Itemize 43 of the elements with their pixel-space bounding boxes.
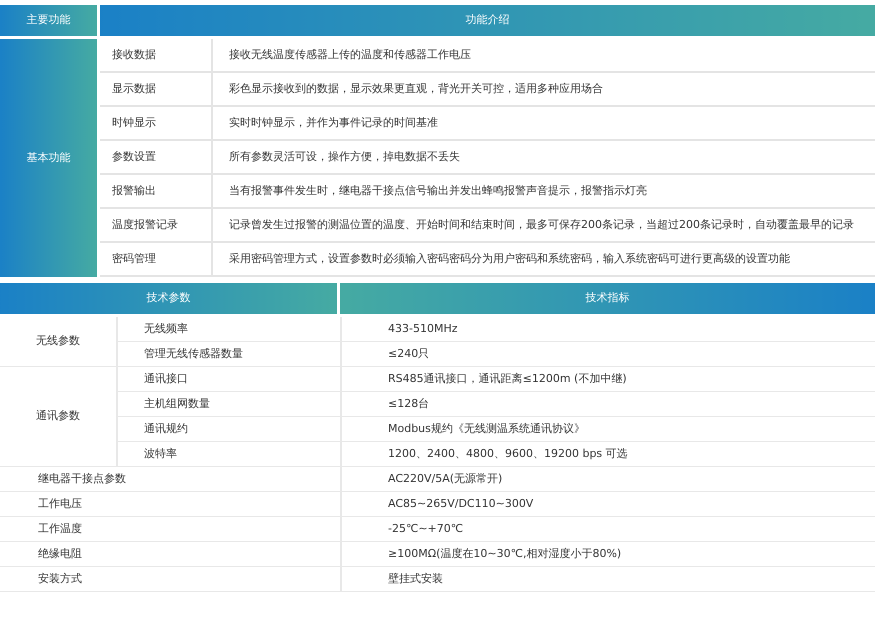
table-cell: 通讯参数 [0, 367, 118, 467]
table-cell: 密码管理 [100, 243, 213, 277]
header-cell: 功能介绍 [100, 5, 875, 39]
table-cell: 彩色显示接收到的数据，显示效果更直观，背光开关可控，适用多种应用场合 [213, 73, 875, 107]
table-cell: 工作温度 [0, 517, 340, 542]
table-cell: 接收数据 [100, 39, 213, 73]
table-cell: ≤128台 [340, 392, 875, 417]
table-cell: ≥100MΩ(温度在10~30℃,相对湿度小于80%) [340, 542, 875, 567]
table-cell: AC85~265V/DC110~300V [340, 492, 875, 517]
table-cell: 无线参数 [0, 317, 118, 367]
header-cell: 技术参数 [0, 283, 340, 317]
table-cell: 报警输出 [100, 175, 213, 209]
table-cell: 时钟显示 [100, 107, 213, 141]
header-cell: 主要功能 [0, 5, 100, 39]
table-cell: 参数设置 [100, 141, 213, 175]
table-cell: 采用密码管理方式，设置参数时必须输入密码密码分为用户密码和系统密码，输入系统密码可进行更高级的设置功能 [213, 243, 875, 277]
table-cell: 显示数据 [100, 73, 213, 107]
table-cell: 波特率 [118, 442, 340, 467]
table-cell: -25℃~+70℃ [340, 517, 875, 542]
table-cell: 继电器干接点参数 [0, 467, 340, 492]
table-cell: 通讯规约 [118, 417, 340, 442]
table-cell: 记录曾发生过报警的测温位置的温度、开始时间和结束时间，最多可保存200条记录，当超过200条记录时，自动覆盖最早的记录 [213, 209, 875, 243]
table-cell: 壁挂式安装 [340, 567, 875, 592]
table-cell: RS485通讯接口，通讯距离≤1200m (不加中继) [340, 367, 875, 392]
table-cell: AC220V/5A(无源常开) [340, 467, 875, 492]
table-cell: 接收无线温度传感器上传的温度和传感器工作电压 [213, 39, 875, 73]
table-cell: ≤240只 [340, 342, 875, 367]
table-cell: 1200、2400、4800、9600、19200 bps 可选 [340, 442, 875, 467]
table-cell: 主机组网数量 [118, 392, 340, 417]
table-cell: 管理无线传感器数量 [118, 342, 340, 367]
table-cell: 所有参数灵活可设，操作方便，掉电数据不丢失 [213, 141, 875, 175]
table-cell: 通讯接口 [118, 367, 340, 392]
group-cell: 基本功能 [0, 39, 100, 277]
table-cell: Modbus规约《无线测温系统通讯协议》 [340, 417, 875, 442]
table-cell: 安装方式 [0, 567, 340, 592]
table-cell: 工作电压 [0, 492, 340, 517]
table-cell: 当有报警事件发生时，继电器干接点信号输出并发出蜂鸣报警声音提示，报警指示灯亮 [213, 175, 875, 209]
table-cell: 绝缘电阻 [0, 542, 340, 567]
table-cell: 无线频率 [118, 317, 340, 342]
table-cell: 433-510MHz [340, 317, 875, 342]
header-cell: 技术指标 [340, 283, 875, 317]
table-cell: 实时时钟显示，并作为事件记录的时间基准 [213, 107, 875, 141]
table-cell: 温度报警记录 [100, 209, 213, 243]
